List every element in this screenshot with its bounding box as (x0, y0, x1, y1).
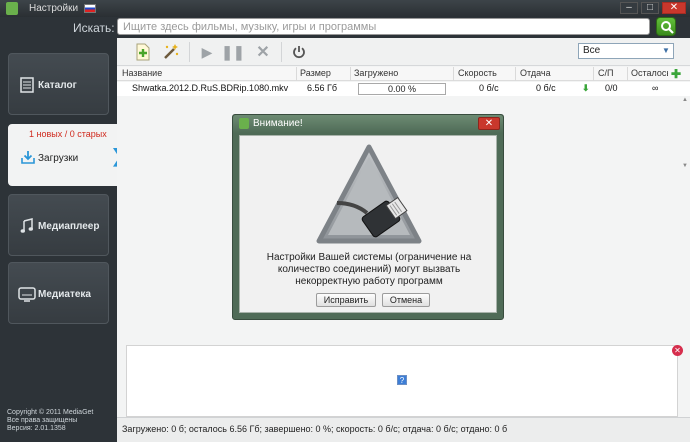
table-row[interactable]: Shwatka.2012.D.RuS.BDRip.1080.mkv 6.56 Г… (117, 82, 690, 96)
chevron-down-icon: ▼ (662, 46, 670, 55)
start-button[interactable]: ▶ (195, 41, 219, 63)
status-text: Загружено: 0 б; осталось 6.56 Гб; заверш… (122, 424, 508, 434)
status-bar: Загружено: 0 б; осталось 6.56 Гб; заверш… (117, 417, 690, 442)
media-library-icon (18, 287, 36, 302)
column-divider (515, 67, 516, 81)
row-speed: 0 б/с (479, 83, 499, 93)
col-seeds-peers[interactable]: С/П (598, 68, 613, 78)
sidebar-item-mediaplayer[interactable]: Медиаплеер (8, 194, 109, 256)
toolbar-divider (189, 42, 190, 62)
add-column-icon[interactable]: ✚ (671, 67, 681, 81)
dialog-body: Настройки Вашей системы (ограничение на … (239, 135, 497, 313)
column-divider (296, 67, 297, 81)
cancel-button[interactable]: Отмена (382, 293, 430, 307)
col-size[interactable]: Размер (300, 68, 331, 78)
row-name: Shwatka.2012.D.RuS.BDRip.1080.mkv (132, 83, 289, 93)
magic-wand-button[interactable] (159, 41, 183, 63)
column-divider (627, 67, 628, 81)
sidebar-item-label: Каталог (38, 80, 77, 91)
row-size: 6.56 Гб (307, 83, 338, 93)
column-divider (350, 67, 351, 81)
search-icon (661, 21, 674, 34)
minimize-button[interactable]: – (620, 2, 638, 14)
search-input[interactable] (117, 18, 650, 35)
sidebar-item-downloads[interactable]: 1 новых / 0 старых Загрузки ❯ (8, 124, 126, 186)
magic-wand-icon (164, 44, 179, 59)
placeholder-image-icon: ? (397, 375, 407, 385)
scroll-up-icon[interactable]: ▲ (682, 97, 688, 103)
sidebar-item-label: Медиаплеер (38, 221, 100, 232)
remove-icon: ✕ (256, 44, 270, 61)
arrow-down-icon: ⬇ (582, 83, 590, 93)
search-row: Искать: (0, 17, 690, 37)
power-icon (293, 46, 305, 59)
sidebar-item-catalog[interactable]: Каталог (8, 53, 109, 115)
row-progress: 0.00 % (387, 84, 417, 94)
col-name[interactable]: Название (122, 68, 162, 78)
app-logo-icon (239, 118, 249, 129)
toolbar: ▶ ❚❚ ✕ Все ▼ (117, 38, 690, 66)
fix-button[interactable]: Исправить (316, 293, 376, 307)
row-progress-bar: 0.00 % (358, 83, 446, 95)
column-divider (593, 67, 594, 81)
col-upload[interactable]: Отдача (520, 68, 551, 78)
downloads-counts: 1 новых / 0 старых (29, 129, 107, 139)
column-divider (453, 67, 454, 81)
col-speed[interactable]: Скорость (458, 68, 497, 78)
app-logo-icon (6, 2, 18, 15)
toolbar-divider (281, 42, 282, 62)
dialog-close-button[interactable]: ✕ (478, 117, 500, 130)
remove-button[interactable]: ✕ (251, 41, 275, 63)
copyright-info: Copyright © 2011 MediaGet Все права защи… (7, 409, 94, 432)
shutdown-button[interactable] (287, 41, 311, 63)
filter-value: Все (583, 45, 601, 56)
music-note-icon (20, 218, 33, 233)
scroll-down-icon[interactable]: ▼ (682, 163, 688, 169)
row-upload: 0 б/с (536, 83, 556, 93)
network-warning-icon (316, 144, 422, 244)
col-remaining[interactable]: Осталось (631, 68, 668, 78)
dialog-title-bar: Внимание! ✕ (233, 115, 503, 133)
play-icon: ▶ (201, 44, 213, 60)
pause-button[interactable]: ❚❚ (221, 41, 245, 63)
dialog-message: Настройки Вашей системы (ограничение на … (266, 252, 472, 287)
close-details-icon[interactable]: ✕ (672, 345, 683, 356)
downloads-icon (21, 151, 35, 164)
language-flag-icon[interactable] (84, 4, 96, 13)
title-bar: Настройки – □ ✕ (0, 0, 690, 17)
table-header: Название Размер Загружено Скорость Отдач… (117, 67, 690, 81)
warning-dialog: Внимание! ✕ Настройки Вашей системы (огр… (232, 114, 504, 320)
details-panel: ? (126, 345, 678, 417)
add-torrent-button[interactable] (131, 41, 155, 63)
close-button[interactable]: ✕ (662, 2, 686, 14)
filter-select[interactable]: Все ▼ (578, 43, 674, 59)
search-button[interactable] (656, 17, 676, 36)
sidebar-item-medialibrary[interactable]: Медиатека (8, 262, 109, 324)
table-scrollbar[interactable]: ▲ ▼ (679, 97, 689, 172)
maximize-button[interactable]: □ (641, 2, 659, 14)
add-file-icon (136, 43, 150, 61)
row-remaining: ∞ (652, 83, 659, 93)
sidebar-item-label: Медиатека (38, 289, 91, 300)
settings-menu[interactable]: Настройки (29, 3, 78, 14)
sidebar-item-label: Загрузки (38, 153, 79, 164)
sidebar: Каталог 1 новых / 0 старых Загрузки ❯ Ме… (0, 38, 126, 442)
row-seeds-peers: 0/0 (605, 83, 618, 93)
catalog-icon (20, 77, 34, 93)
search-label: Искать: (73, 21, 115, 35)
col-downloaded[interactable]: Загружено (354, 68, 398, 78)
pause-icon: ❚❚ (221, 44, 245, 60)
dialog-title: Внимание! (253, 118, 303, 129)
